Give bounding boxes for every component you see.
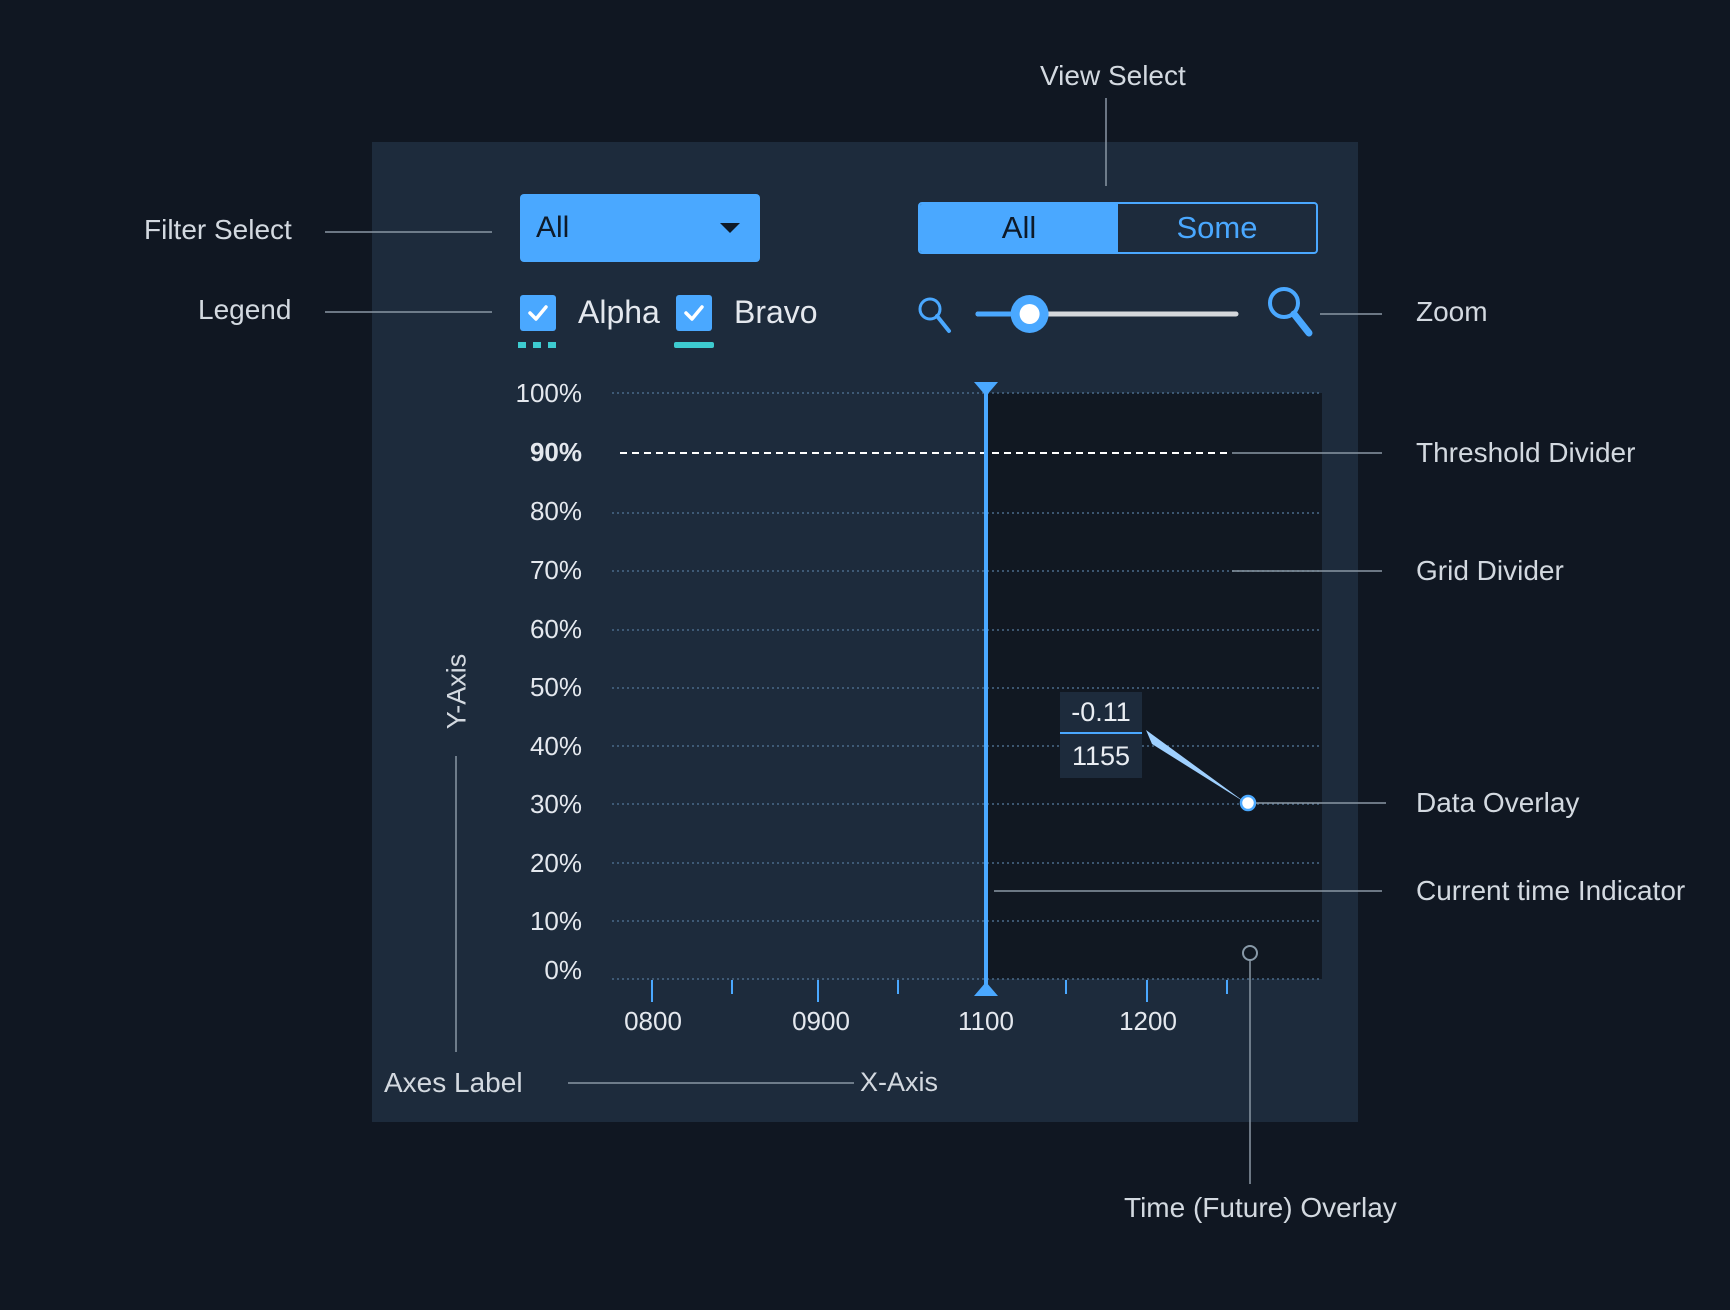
data-overlay-value: -0.11: [1060, 692, 1142, 734]
data-overlay-tooltip: -0.11 1155: [1060, 692, 1142, 778]
y-axis-title: Y-Axis: [441, 653, 472, 730]
chart-plot: [325, 98, 1386, 1184]
callout-axes-label: Axes Label: [384, 1067, 523, 1098]
x-axis-ticks: [651, 980, 1228, 1002]
data-point-marker[interactable]: [1239, 794, 1257, 812]
x-axis-title: X-Axis: [860, 1067, 939, 1097]
data-overlay-time: 1155: [1071, 741, 1131, 771]
